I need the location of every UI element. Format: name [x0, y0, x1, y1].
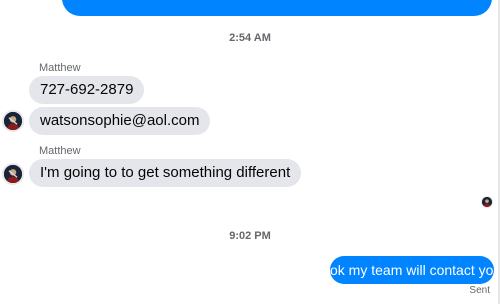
incoming-message[interactable]: 727-692-2879 — [29, 76, 145, 104]
timestamp: 2:54 AM — [229, 32, 271, 44]
sender-name: Matthew — [39, 145, 81, 157]
read-receipt-avatar-icon — [481, 196, 493, 208]
incoming-message[interactable]: watsonsophie@aol.com — [29, 107, 211, 135]
sender-name: Matthew — [39, 62, 81, 74]
incoming-message[interactable]: I'm going to to get something different — [29, 159, 302, 187]
sent-status: Sent — [469, 285, 490, 296]
avatar-icon[interactable] — [2, 110, 24, 132]
outgoing-message[interactable]: ok my team will contact you — [330, 256, 500, 284]
avatar-icon[interactable] — [2, 163, 24, 185]
outgoing-message-partial[interactable]: number — [62, 0, 492, 16]
timestamp: 9:02 PM — [229, 230, 271, 242]
